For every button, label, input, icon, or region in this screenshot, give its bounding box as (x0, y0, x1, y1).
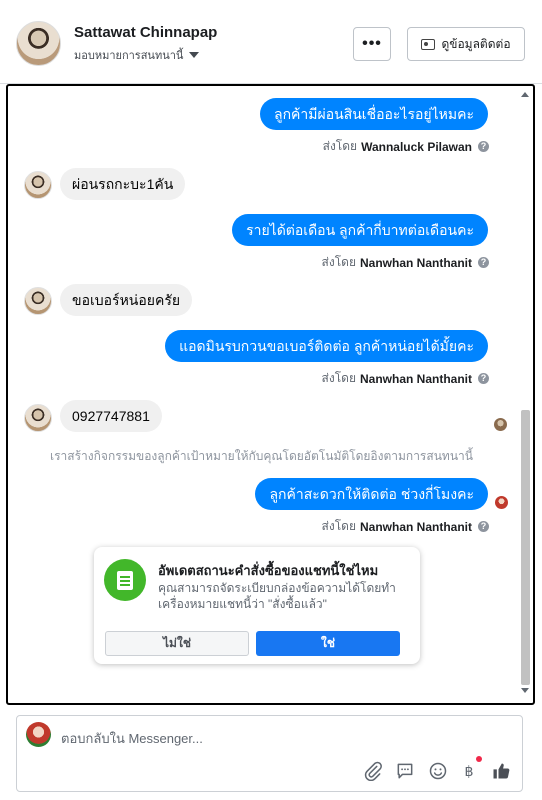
sent-by-prefix: ส่งโดย (322, 139, 358, 153)
prompt-title: อัพเดตสถานะคำสั่งซื้อของแชทนี้ใช่ไหม (158, 563, 379, 578)
system-activity-note: เราสร้างกิจกรรมของลูกค้าเป้าหมายให้กับคุ… (50, 449, 473, 463)
contact-name[interactable]: Sattawat Chinnapap (74, 24, 217, 41)
reply-input[interactable] (61, 728, 501, 748)
sent-by-line: ส่งโดย Nanwhan Nanthanit ? (322, 517, 489, 536)
incoming-message[interactable]: ขอเบอร์หน่อยครัย (60, 284, 193, 316)
help-icon[interactable]: ? (478, 257, 489, 268)
outgoing-message[interactable]: ลูกค้ามีผ่อนสินเชื่ออะไรอยู่ไหมคะ (260, 98, 488, 130)
more-options-button[interactable]: ••• (353, 27, 391, 61)
contact-card-icon (421, 38, 436, 50)
contact-mini-avatar (24, 171, 52, 199)
sender-name: Nanwhan Nanthanit (359, 519, 472, 534)
reply-composer: ฿ (16, 715, 523, 792)
order-status-prompt: อัพเดตสถานะคำสั่งซื้อของแชทนี้ใช่ไหม คุณ… (94, 547, 420, 664)
order-receipt-icon (104, 559, 146, 601)
sent-by-line: ส่งโดย Wannaluck Pilawan ? (323, 137, 489, 156)
prompt-yes-button[interactable]: ใช่ (256, 631, 400, 656)
sender-mini-avatar (495, 496, 508, 509)
sent-by-prefix: ส่งโดย (321, 371, 356, 385)
contact-mini-avatar (24, 287, 52, 315)
sent-by-prefix: ส่งโดย (321, 519, 356, 533)
assign-label: มอบหมายการสนทนานี้ (74, 50, 184, 62)
contact-mini-avatar (24, 404, 52, 432)
scroll-up-arrow-icon[interactable] (521, 92, 529, 97)
prompt-body: คุณสามารถจัดระเบียบกล่องข้อความได้โดยทำเ… (158, 581, 396, 611)
svg-text:฿: ฿ (464, 764, 473, 780)
contact-avatar[interactable] (16, 21, 61, 66)
caret-down-icon (189, 52, 200, 58)
seen-receipt-avatar (494, 418, 507, 431)
payment-icon[interactable]: ฿ (458, 760, 480, 782)
sender-name: Nanwhan Nanthanit (359, 371, 472, 386)
sent-by-line: ส่งโดย Nanwhan Nanthanit ? (322, 369, 489, 388)
scroll-thumb[interactable] (521, 410, 530, 685)
thread-scrollbar[interactable] (519, 90, 531, 695)
conversation-header: Sattawat Chinnapap มอบหมายการสนทนานี้ ••… (0, 0, 542, 84)
help-icon[interactable]: ? (478, 521, 489, 532)
outgoing-message[interactable]: รายได้ต่อเดือน ลูกค้ากี่บาทต่อเดือนคะ (232, 214, 488, 246)
incoming-message[interactable]: ผ่อนรถกะบะ1คัน (60, 168, 186, 200)
scroll-down-arrow-icon[interactable] (521, 688, 529, 693)
sent-by-prefix: ส่งโดย (321, 255, 356, 269)
attachment-icon[interactable] (362, 760, 384, 782)
message-thread[interactable]: ลูกค้ามีผ่อนสินเชื่ออะไรอยู่ไหมคะ ส่งโดย… (6, 84, 535, 705)
incoming-message[interactable]: 0927747881 (60, 400, 162, 432)
prompt-no-button[interactable]: ไม่ใช่ (105, 631, 249, 656)
view-contact-label: ดูข้อมูลติดต่อ (441, 36, 511, 51)
notification-dot (476, 756, 482, 762)
agent-avatar (26, 722, 51, 747)
outgoing-message[interactable]: ลูกค้าสะดวกให้ติดต่อ ช่วงกี่โมงคะ (255, 478, 488, 510)
help-icon[interactable]: ? (478, 373, 489, 384)
sender-name: Wannaluck Pilawan (361, 139, 472, 154)
sent-by-line: ส่งโดย Nanwhan Nanthanit ? (322, 253, 489, 272)
view-contact-button[interactable]: ดูข้อมูลติดต่อ (407, 27, 525, 61)
assign-conversation-dropdown[interactable]: มอบหมายการสนทนานี้ (74, 46, 200, 64)
emoji-icon[interactable] (427, 760, 449, 782)
sender-name: Nanwhan Nanthanit (359, 255, 472, 270)
saved-replies-icon[interactable] (394, 760, 416, 782)
outgoing-message[interactable]: แอดมินรบกวนขอเบอร์ติดต่อ ลูกค้าหน่อยได้ม… (165, 330, 488, 362)
like-icon[interactable] (490, 760, 512, 782)
help-icon[interactable]: ? (478, 141, 489, 152)
